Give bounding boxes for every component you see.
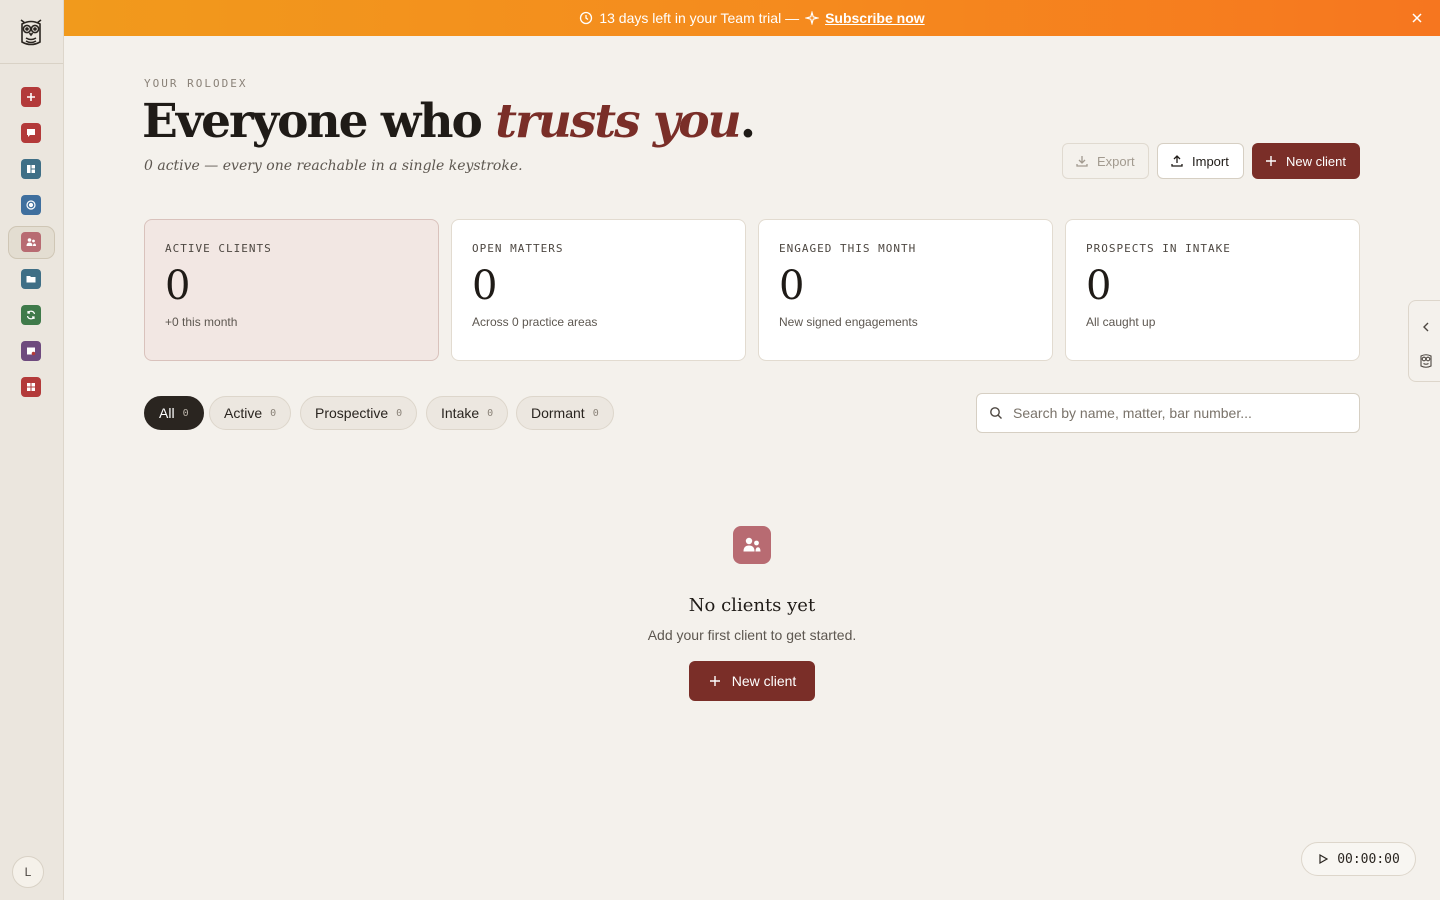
search-input[interactable] [1013, 405, 1343, 421]
empty-state-title: No clients yet [688, 595, 816, 616]
time-tracker[interactable]: 00:00:00 [1301, 842, 1416, 876]
close-icon[interactable] [1410, 11, 1424, 25]
sidebar-item-apps[interactable] [21, 377, 41, 397]
filter-label: Prospective [315, 405, 389, 421]
empty-state-subtitle: Add your first client to get started. [647, 627, 857, 643]
title-period: . [739, 94, 756, 149]
stat-note: Across 0 practice areas [472, 315, 598, 329]
people-icon [743, 537, 761, 552]
new-client-button[interactable]: New client [1252, 143, 1360, 179]
import-label: Import [1192, 153, 1229, 169]
owl-icon [1420, 354, 1432, 368]
subscribe-link[interactable]: Subscribe now [825, 10, 925, 26]
export-button[interactable]: Export [1062, 143, 1149, 179]
empty-state-people-icon [733, 526, 771, 564]
user-avatar[interactable]: L [12, 856, 44, 888]
stat-card-active-clients[interactable]: ACTIVE CLIENTS 0 +0 this month [144, 219, 439, 361]
empty-new-client-button[interactable]: New client [689, 661, 815, 701]
stat-label: ENGAGED THIS MONTH [779, 242, 917, 255]
filter-pill-active[interactable]: Active 0 [209, 396, 292, 430]
filter-pill-intake[interactable]: Intake 0 [426, 396, 509, 430]
trial-banner: 13 days left in your Team trial — Subscr… [64, 0, 1440, 36]
filter-label: Dormant [531, 405, 585, 421]
sidebar-item-messages[interactable] [21, 123, 41, 143]
stat-card-prospects-in-intake[interactable]: PROSPECTS IN INTAKE 0 All caught up [1065, 219, 1360, 361]
plus-icon [27, 93, 35, 101]
empty-new-client-label: New client [731, 673, 797, 689]
filter-pill-dormant[interactable]: Dormant 0 [516, 396, 614, 430]
chevron-left-icon[interactable] [1421, 321, 1431, 333]
upload-icon [1171, 155, 1183, 167]
target-icon [26, 200, 36, 210]
filter-count: 0 [270, 407, 277, 419]
sidebar: L [0, 0, 64, 900]
download-icon [1076, 156, 1088, 167]
inbox-icon [27, 347, 36, 356]
import-button[interactable]: Import [1157, 143, 1244, 179]
sidebar-divider [0, 63, 63, 64]
stat-note: New signed engagements [779, 315, 918, 329]
refresh-icon [26, 310, 36, 320]
search-icon [990, 407, 1002, 419]
sidebar-item-dashboard[interactable] [21, 159, 41, 179]
stat-label: OPEN MATTERS [472, 242, 564, 255]
dashboard-icon [27, 165, 35, 173]
title-plain: Everyone who [142, 94, 496, 149]
plus-icon [1266, 156, 1276, 166]
play-icon[interactable] [1317, 853, 1329, 865]
page-eyebrow: YOUR ROLODEX [144, 77, 248, 90]
export-label: Export [1097, 153, 1135, 169]
stat-value: 0 [779, 263, 805, 309]
stat-card-open-matters[interactable]: OPEN MATTERS 0 Across 0 practice areas [451, 219, 746, 361]
avatar-initial: L [24, 865, 32, 879]
plus-icon [709, 676, 720, 686]
assistant-panel-tab[interactable] [1408, 300, 1440, 382]
stat-value: 0 [1086, 263, 1112, 309]
filter-label: Active [224, 405, 263, 421]
stat-label: ACTIVE CLIENTS [165, 242, 272, 255]
title-emphasis: trusts you [495, 94, 741, 149]
sidebar-item-matters[interactable] [21, 269, 41, 289]
stat-value: 0 [472, 263, 498, 309]
sidebar-item-inbox[interactable] [21, 341, 41, 361]
timer-value: 00:00:00 [1337, 851, 1400, 867]
sidebar-item-clients[interactable] [21, 232, 41, 252]
trial-text: 13 days left in your Team trial — [599, 10, 800, 26]
grid-icon [27, 383, 35, 391]
filter-count: 0 [487, 407, 494, 419]
filter-label: All [159, 405, 175, 421]
stat-card-engaged-this-month[interactable]: ENGAGED THIS MONTH 0 New signed engageme… [758, 219, 1053, 361]
filter-pill-all[interactable]: All 0 [144, 396, 204, 430]
owl-logo-icon[interactable] [17, 16, 45, 48]
chat-icon [27, 129, 35, 137]
clock-icon [580, 11, 593, 25]
stat-note: All caught up [1086, 315, 1156, 329]
people-icon [26, 238, 36, 246]
new-client-label: New client [1286, 153, 1346, 169]
sparkle-icon [805, 11, 820, 25]
search-box[interactable] [976, 393, 1360, 433]
page-subtitle: 0 active — every one reachable in a sing… [144, 158, 523, 174]
sidebar-item-radar[interactable] [21, 195, 41, 215]
stat-label: PROSPECTS IN INTAKE [1086, 242, 1231, 255]
filter-count: 0 [396, 407, 403, 419]
filter-count: 0 [592, 407, 599, 419]
stat-value: 0 [165, 263, 191, 309]
filter-label: Intake [441, 405, 480, 421]
filter-pill-prospective[interactable]: Prospective 0 [300, 396, 418, 430]
stat-note: +0 this month [165, 315, 238, 329]
page-title: Everyone who trusts you. [142, 94, 756, 149]
sidebar-item-new[interactable] [21, 87, 41, 107]
folder-icon [26, 276, 36, 283]
sidebar-item-billing[interactable] [21, 305, 41, 325]
filter-count: 0 [182, 407, 189, 419]
